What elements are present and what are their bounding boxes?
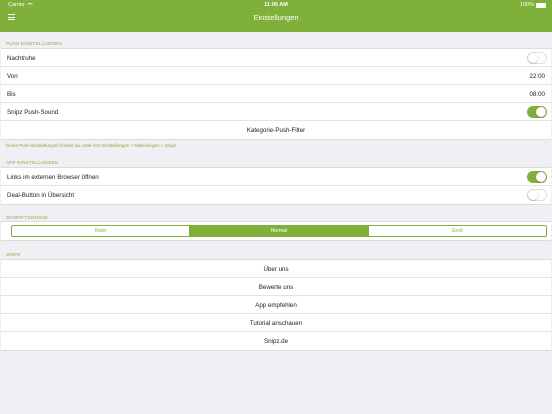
tutorial-label: Tutorial anschauen xyxy=(249,319,303,327)
rate-us-button[interactable]: Bewerte uns xyxy=(1,278,551,296)
about-us-label: Über uns xyxy=(263,265,289,273)
section-header-push: PUSH EINSTELLUNGEN xyxy=(6,41,62,46)
app-settings-group: Links im externen Browser öffnen Deal-Bu… xyxy=(1,167,551,205)
navigation-bar: Carrier 11:00 AM 100% Einstellungen xyxy=(0,0,552,32)
status-time: 11:00 AM xyxy=(264,2,288,8)
website-label: Snipz.de xyxy=(263,337,289,345)
row-quiet-hours: Nachtruhe xyxy=(1,49,551,67)
to-label: Bis xyxy=(7,90,16,98)
snipz-group: Über uns Bewerte uns App empfehlen Tutor… xyxy=(1,259,551,351)
quiet-hours-toggle[interactable] xyxy=(527,52,547,64)
row-deal-button: Deal-Button in Übersicht xyxy=(1,186,551,204)
deal-button-label: Deal-Button in Übersicht xyxy=(7,191,75,199)
push-settings-note: Deine Push-Einstellungen findest du unte… xyxy=(6,143,177,148)
category-filter-button[interactable]: Kategorie-Push-Filter xyxy=(1,121,551,139)
about-us-button[interactable]: Über uns xyxy=(1,260,551,278)
battery-icon xyxy=(536,2,546,8)
battery-percent: 100% xyxy=(519,2,534,8)
recommend-app-label: App empfehlen xyxy=(255,301,297,309)
recommend-app-button[interactable]: App empfehlen xyxy=(1,296,551,314)
row-push-sound: Snipz Push-Sound xyxy=(1,103,551,121)
external-browser-toggle[interactable] xyxy=(527,171,547,183)
tutorial-button[interactable]: Tutorial anschauen xyxy=(1,314,551,332)
font-size-small[interactable]: Klein xyxy=(12,226,191,236)
battery-indicator: 100% xyxy=(520,2,546,8)
row-to-time[interactable]: Bis 08:00 xyxy=(1,85,551,103)
external-browser-label: Links im externen Browser öffnen xyxy=(7,173,99,181)
font-size-normal[interactable]: Normal xyxy=(190,226,369,236)
rate-us-label: Bewerte uns xyxy=(258,283,294,291)
deal-button-toggle[interactable] xyxy=(527,189,547,201)
status-bar: Carrier 11:00 AM 100% xyxy=(0,2,552,10)
to-value: 08:00 xyxy=(529,90,545,98)
section-header-app: APP-EINSTELLUNGEN xyxy=(6,160,59,165)
row-external-browser: Links im externen Browser öffnen xyxy=(1,168,551,186)
website-button[interactable]: Snipz.de xyxy=(1,332,551,350)
push-sound-label: Snipz Push-Sound xyxy=(7,108,59,116)
push-sound-toggle[interactable] xyxy=(527,106,547,118)
font-size-large[interactable]: Groß xyxy=(369,226,546,236)
quiet-hours-label: Nachtruhe xyxy=(7,54,36,62)
page-title: Einstellungen xyxy=(253,13,299,22)
font-size-segmented-control: Klein Normal Groß xyxy=(11,225,547,237)
from-label: Von xyxy=(7,72,18,80)
section-header-snipz: SNIPZ xyxy=(6,252,21,257)
push-settings-group: Nachtruhe Von 22:00 Bis 08:00 Snipz Push… xyxy=(1,48,551,140)
category-filter-label: Kategorie-Push-Filter xyxy=(246,126,306,134)
row-from-time[interactable]: Von 22:00 xyxy=(1,67,551,85)
section-header-font: SCHRIFTGRÖSSE xyxy=(6,215,49,220)
from-value: 22:00 xyxy=(529,72,545,80)
